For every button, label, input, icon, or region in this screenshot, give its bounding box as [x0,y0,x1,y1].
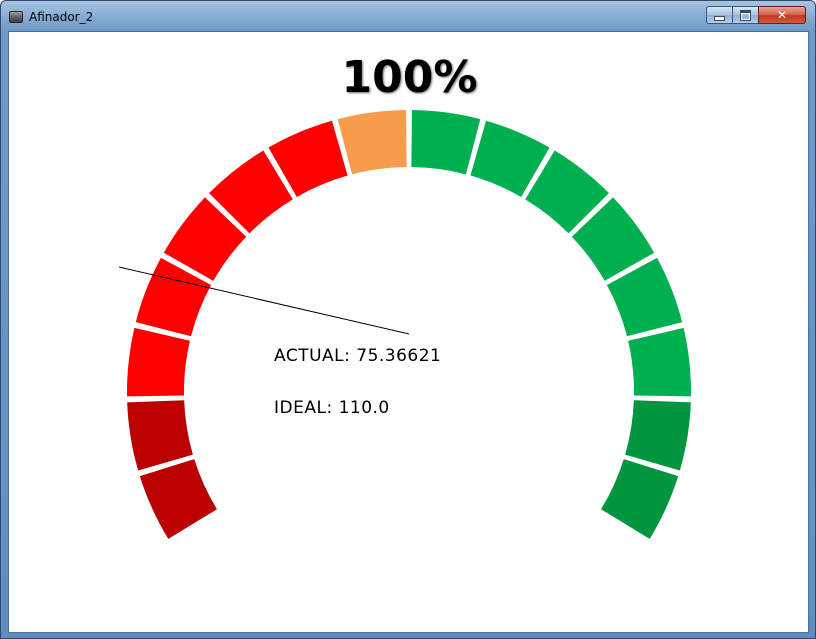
window-title: Afinador_2 [29,10,94,24]
gauge-segment [411,110,481,175]
percent-label: 100% [341,52,478,103]
gauge-segment [601,459,679,539]
app-window: Afinador_2 ✕ 100% ACTUAL: 75.36621 IDEAL… [0,0,816,639]
minimize-icon [714,16,725,21]
app-icon[interactable] [9,11,23,23]
ideal-frequency: IDEAL: 110.0 [274,398,390,418]
maximize-button[interactable] [732,6,759,24]
close-button[interactable]: ✕ [758,6,806,24]
tuner-gauge [118,110,692,539]
tuner-panel: 100% ACTUAL: 75.36621 IDEAL: 110.0 [8,31,809,633]
gauge-segment [139,459,217,539]
actual-frequency: ACTUAL: 75.36621 [274,346,442,366]
minimize-button[interactable] [706,6,733,24]
gauge-segment [628,327,692,397]
gauge-segment [337,110,407,175]
gauge-segment [126,327,190,397]
title-bar[interactable]: Afinador_2 ✕ [1,1,815,31]
close-icon: ✕ [776,8,788,22]
gauge-segment [625,400,691,471]
gauge-segment [127,400,193,471]
maximize-icon [740,10,751,21]
